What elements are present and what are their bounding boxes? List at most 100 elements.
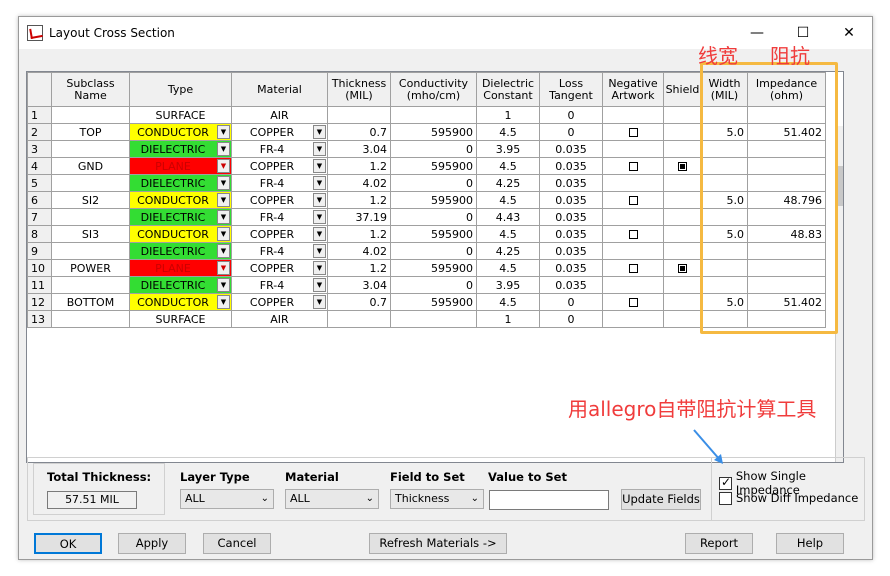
- subclass-name-cell[interactable]: SI2: [51, 191, 130, 209]
- material-cell[interactable]: FR-4 ▼: [231, 140, 328, 158]
- type-cell[interactable]: DIELECTRIC ▼: [129, 140, 232, 158]
- conductivity-cell[interactable]: 0: [390, 208, 477, 226]
- checkbox-unchecked-icon[interactable]: [628, 128, 638, 137]
- subclass-name-cell[interactable]: [51, 106, 130, 124]
- thickness-cell[interactable]: 1.2: [327, 225, 391, 243]
- shield-cell[interactable]: [663, 191, 702, 209]
- column-header-thickness[interactable]: Thickness (MIL): [327, 72, 391, 107]
- dropdown-arrow-icon[interactable]: ▼: [313, 278, 326, 292]
- subclass-name-cell[interactable]: [51, 174, 130, 192]
- dielectric-constant-cell[interactable]: 1: [476, 310, 540, 328]
- dropdown-arrow-icon[interactable]: ▼: [313, 210, 326, 224]
- negative-artwork-cell[interactable]: [602, 208, 664, 226]
- dropdown-arrow-icon[interactable]: ▼: [217, 210, 230, 224]
- dielectric-constant-cell[interactable]: 4.5: [476, 157, 540, 175]
- subclass-name-cell[interactable]: [51, 140, 130, 158]
- thickness-cell[interactable]: 1.2: [327, 157, 391, 175]
- dropdown-arrow-icon[interactable]: ▼: [313, 142, 326, 156]
- conductivity-cell[interactable]: 595900: [390, 259, 477, 277]
- material-cell[interactable]: AIR: [231, 106, 328, 124]
- dropdown-arrow-icon[interactable]: ▼: [217, 125, 230, 139]
- dielectric-constant-cell[interactable]: 4.5: [476, 225, 540, 243]
- conductivity-cell[interactable]: [390, 310, 477, 328]
- negative-artwork-cell[interactable]: [602, 293, 664, 311]
- conductivity-cell[interactable]: 595900: [390, 123, 477, 141]
- shield-cell[interactable]: [663, 293, 702, 311]
- loss-tangent-cell[interactable]: 0.035: [539, 259, 603, 277]
- thickness-cell[interactable]: 37.19: [327, 208, 391, 226]
- negative-artwork-cell[interactable]: [602, 140, 664, 158]
- update-fields-button[interactable]: Update Fields: [621, 489, 701, 510]
- dropdown-arrow-icon[interactable]: ▼: [217, 278, 230, 292]
- type-cell[interactable]: SURFACE: [129, 310, 232, 328]
- checkbox-unchecked-icon[interactable]: [628, 298, 638, 307]
- column-header-corner[interactable]: [27, 72, 52, 107]
- conductivity-cell[interactable]: 595900: [390, 293, 477, 311]
- dropdown-arrow-icon[interactable]: ▼: [313, 193, 326, 207]
- material-cell[interactable]: COPPER ▼: [231, 157, 328, 175]
- checkbox-checked-icon[interactable]: [678, 264, 687, 273]
- loss-tangent-cell[interactable]: 0.035: [539, 157, 603, 175]
- material-cell[interactable]: COPPER ▼: [231, 225, 328, 243]
- conductivity-cell[interactable]: 0: [390, 174, 477, 192]
- thickness-cell[interactable]: 0.7: [327, 293, 391, 311]
- loss-tangent-cell[interactable]: 0.035: [539, 225, 603, 243]
- type-cell[interactable]: PLANE ▼: [129, 259, 232, 277]
- material-cell[interactable]: AIR: [231, 310, 328, 328]
- conductivity-cell[interactable]: 0: [390, 140, 477, 158]
- thickness-cell[interactable]: 0.7: [327, 123, 391, 141]
- shield-cell[interactable]: [663, 208, 702, 226]
- subclass-name-cell[interactable]: GND: [51, 157, 130, 175]
- conductivity-cell[interactable]: 595900: [390, 225, 477, 243]
- ok-button[interactable]: OK: [34, 533, 102, 554]
- dielectric-constant-cell[interactable]: 3.95: [476, 276, 540, 294]
- shield-cell[interactable]: [663, 259, 702, 277]
- checkbox-unchecked-icon[interactable]: [628, 162, 638, 171]
- thickness-cell[interactable]: 4.02: [327, 242, 391, 260]
- type-cell[interactable]: DIELECTRIC ▼: [129, 208, 232, 226]
- dropdown-arrow-icon[interactable]: ▼: [217, 176, 230, 190]
- column-header-material[interactable]: Material: [231, 72, 328, 107]
- column-header-shield[interactable]: Shield: [663, 72, 702, 107]
- material-cell[interactable]: FR-4 ▼: [231, 242, 328, 260]
- conductivity-cell[interactable]: 0: [390, 242, 477, 260]
- subclass-name-cell[interactable]: TOP: [51, 123, 130, 141]
- cancel-button[interactable]: Cancel: [203, 533, 271, 554]
- refresh-materials-button[interactable]: Refresh Materials ->: [369, 533, 507, 554]
- material-cell[interactable]: COPPER ▼: [231, 293, 328, 311]
- negative-artwork-cell[interactable]: [602, 242, 664, 260]
- dropdown-arrow-icon[interactable]: ▼: [313, 125, 326, 139]
- close-button[interactable]: ✕: [826, 17, 872, 49]
- thickness-cell[interactable]: 1.2: [327, 191, 391, 209]
- shield-cell[interactable]: [663, 123, 702, 141]
- type-cell[interactable]: PLANE ▼: [129, 157, 232, 175]
- thickness-cell[interactable]: [327, 310, 391, 328]
- help-button[interactable]: Help: [776, 533, 844, 554]
- dropdown-arrow-icon[interactable]: ▼: [217, 261, 230, 275]
- subclass-name-cell[interactable]: [51, 242, 130, 260]
- column-header-subclass-name[interactable]: Subclass Name: [51, 72, 130, 107]
- dielectric-constant-cell[interactable]: 4.5: [476, 123, 540, 141]
- material-select[interactable]: ALL ⌄: [285, 489, 379, 509]
- loss-tangent-cell[interactable]: 0.035: [539, 191, 603, 209]
- thickness-cell[interactable]: 3.04: [327, 140, 391, 158]
- thickness-cell[interactable]: [327, 106, 391, 124]
- dielectric-constant-cell[interactable]: 4.5: [476, 259, 540, 277]
- shield-cell[interactable]: [663, 242, 702, 260]
- shield-cell[interactable]: [663, 225, 702, 243]
- material-cell[interactable]: FR-4 ▼: [231, 276, 328, 294]
- subclass-name-cell[interactable]: BOTTOM: [51, 293, 130, 311]
- shield-cell[interactable]: [663, 157, 702, 175]
- conductivity-cell[interactable]: 595900: [390, 191, 477, 209]
- negative-artwork-cell[interactable]: [602, 225, 664, 243]
- checkbox-unchecked-icon[interactable]: [628, 196, 638, 205]
- negative-artwork-cell[interactable]: [602, 259, 664, 277]
- material-cell[interactable]: FR-4 ▼: [231, 208, 328, 226]
- dielectric-constant-cell[interactable]: 4.43: [476, 208, 540, 226]
- checkbox-unchecked-icon[interactable]: [628, 230, 638, 239]
- dropdown-arrow-icon[interactable]: ▼: [313, 176, 326, 190]
- apply-button[interactable]: Apply: [118, 533, 186, 554]
- negative-artwork-cell[interactable]: [602, 174, 664, 192]
- negative-artwork-cell[interactable]: [602, 191, 664, 209]
- loss-tangent-cell[interactable]: 0: [539, 106, 603, 124]
